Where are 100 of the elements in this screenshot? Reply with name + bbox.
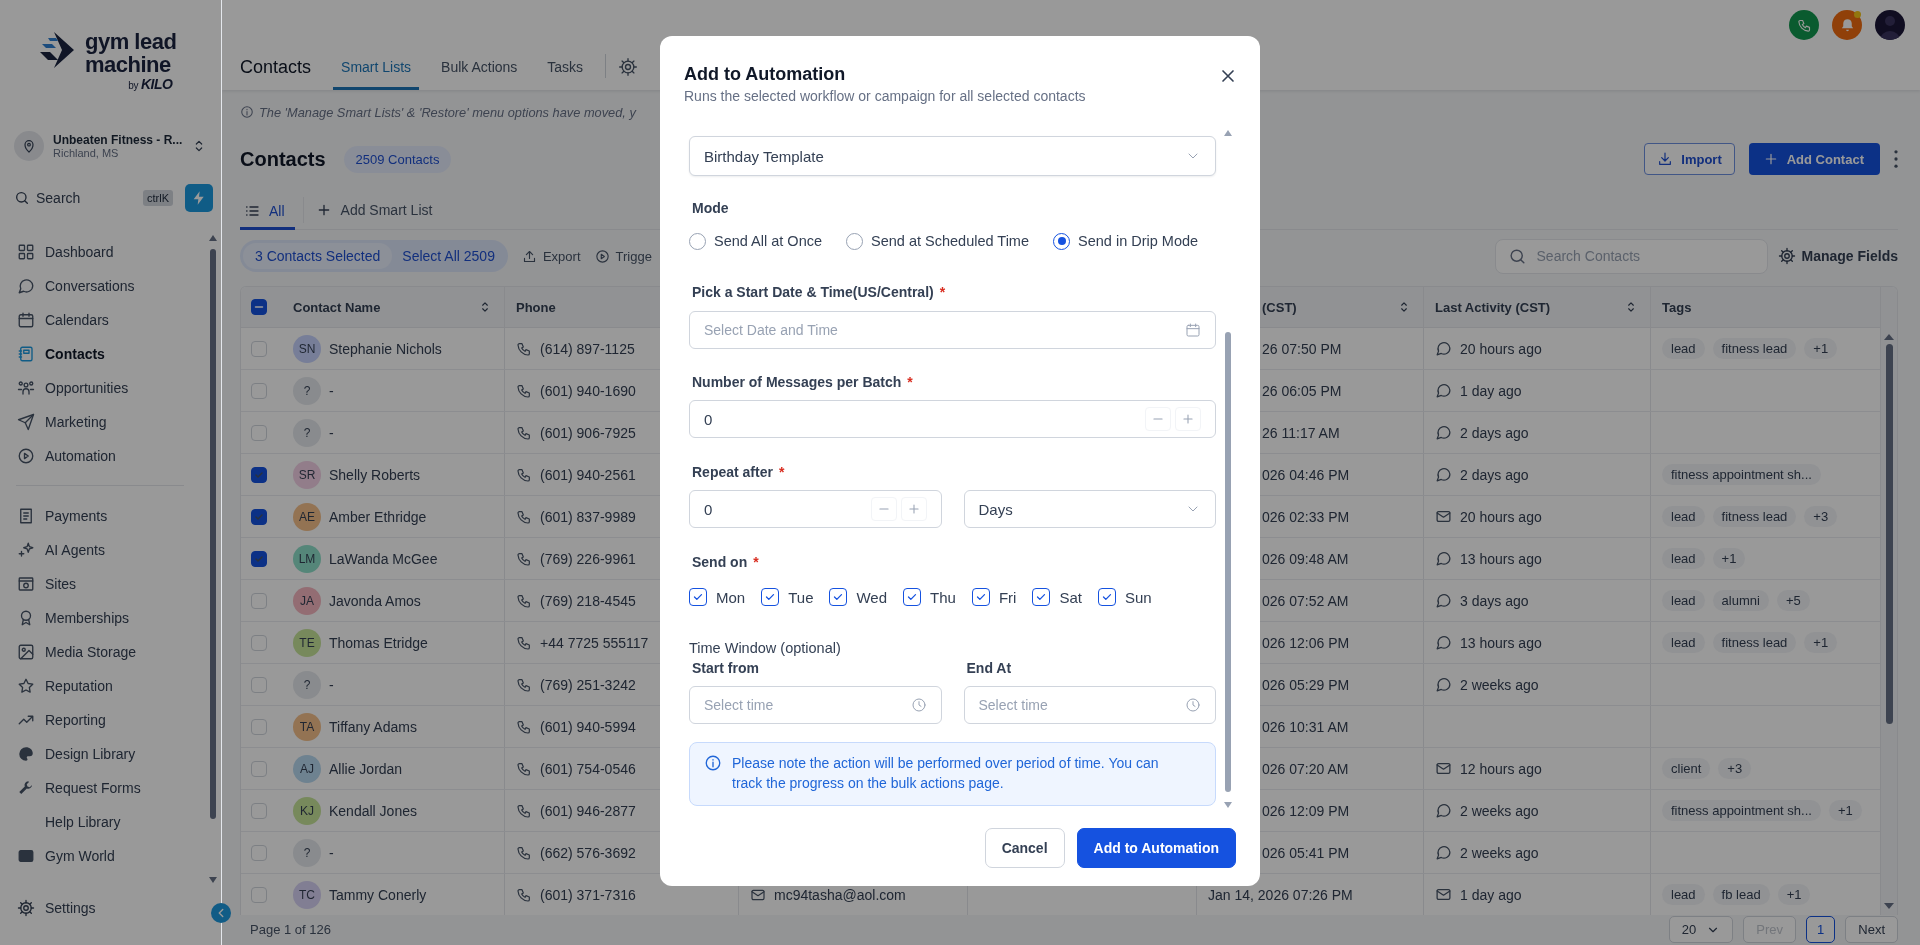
checkbox[interactable] — [971, 588, 990, 606]
nav-item[interactable]: Memberships — [0, 601, 208, 635]
contact-name[interactable]: Kendall Jones — [329, 802, 417, 819]
column-header[interactable]: Tags — [1662, 299, 1868, 315]
nav-item[interactable]: Payments — [0, 499, 208, 533]
contact-name[interactable]: Stephanie Nichols — [329, 340, 442, 357]
next-button[interactable]: Next — [1845, 916, 1898, 943]
day-option[interactable]: Sun — [1097, 588, 1152, 606]
decrement-button[interactable] — [1145, 407, 1171, 431]
column-header[interactable]: (CST) — [1262, 299, 1411, 315]
checkbox[interactable] — [829, 588, 848, 606]
increment-button[interactable] — [900, 497, 927, 521]
quick-action-button[interactable] — [185, 184, 213, 212]
info-icon — [240, 105, 254, 119]
contact-name[interactable]: - — [329, 676, 334, 693]
nav-item[interactable]: Reporting — [0, 703, 208, 737]
scrollbar[interactable] — [208, 235, 217, 883]
contact-name[interactable]: Tiffany Adams — [329, 718, 417, 735]
number-field[interactable]: 0 — [689, 490, 942, 528]
radio-option[interactable]: Send at Scheduled Time — [846, 232, 1029, 250]
contact-name[interactable]: - — [329, 844, 334, 861]
more-button[interactable] — [1894, 150, 1898, 168]
row-checkbox[interactable] — [251, 508, 267, 525]
call-button[interactable] — [1789, 10, 1819, 40]
nav-item[interactable]: Contacts — [0, 337, 208, 371]
contact-name[interactable]: Thomas Etridge — [329, 634, 428, 651]
checkbox[interactable] — [1032, 588, 1051, 606]
add-contact-button[interactable]: Add Contact — [1748, 143, 1880, 175]
notice-text: The 'Manage Smart Lists' & 'Restore' menu options have moved, y — [259, 104, 636, 120]
checkbox[interactable] — [1097, 588, 1116, 606]
tab[interactable]: Add Smart List — [302, 197, 443, 223]
nav-item[interactable]: Design Library — [0, 737, 208, 771]
radio-option[interactable]: Send All at Once — [689, 232, 822, 250]
account-switcher[interactable]: Unbeaten Fitness - R... Richland, MS — [14, 128, 207, 164]
collapse-button[interactable] — [211, 903, 231, 923]
select-all-checkbox[interactable] — [251, 299, 267, 315]
nav-item[interactable]: Request Forms — [0, 771, 208, 805]
select-all-link[interactable]: Select All 2509 — [396, 243, 505, 269]
tag: +1 — [1777, 884, 1811, 905]
export-button[interactable]: Export — [521, 248, 581, 264]
contact-name[interactable]: Shelly Roberts — [329, 466, 421, 483]
nav-item[interactable]: Gym World — [0, 839, 208, 873]
activity-text: 13 hours ago — [1460, 550, 1542, 567]
search-link[interactable]: Search — [36, 190, 137, 206]
contact-name[interactable]: Tammy Conerly — [329, 886, 427, 903]
nav-item[interactable]: Reputation — [0, 669, 208, 703]
day-option[interactable]: Mon — [689, 588, 746, 606]
search-icon — [14, 190, 30, 206]
tab[interactable]: All — [240, 194, 295, 230]
checkbox[interactable] — [689, 588, 707, 606]
number-field[interactable]: 0 — [689, 400, 1216, 438]
workflow-select[interactable]: Birthday Template — [689, 136, 1216, 176]
increment-button[interactable] — [1175, 407, 1201, 431]
day-option[interactable]: Fri — [971, 588, 1017, 606]
scrollbar[interactable] — [1880, 287, 1897, 915]
radio-option[interactable]: Send in Drip Mode — [1053, 232, 1199, 250]
contact-name[interactable]: - — [329, 424, 334, 441]
checkbox[interactable] — [761, 588, 780, 606]
chat-icon — [1435, 844, 1452, 861]
nav-item[interactable]: Sites — [0, 567, 208, 601]
nav-item[interactable]: AI Agents — [0, 533, 208, 567]
tab[interactable]: Smart Lists — [333, 44, 420, 90]
row-checkbox[interactable] — [251, 550, 267, 567]
nav-item[interactable]: Marketing — [0, 405, 208, 439]
nav-item[interactable]: Help Library — [0, 805, 208, 839]
manage-fields-button[interactable]: Manage Fields — [1777, 247, 1898, 265]
row-checkbox[interactable] — [251, 466, 267, 483]
page-button[interactable]: 1 — [1806, 916, 1836, 943]
contact-name[interactable]: Allie Jordan — [329, 760, 403, 777]
import-button[interactable]: Import — [1644, 143, 1735, 175]
contact-name[interactable]: Javonda Amos — [329, 592, 421, 609]
add-to-automation-button[interactable]: Add to Automation — [1076, 828, 1236, 868]
tab[interactable]: Bulk Actions — [433, 44, 526, 90]
day-option[interactable]: Wed — [829, 588, 888, 606]
nav-item[interactable]: Conversations — [0, 269, 208, 303]
page-size-select[interactable]: 20 — [1668, 916, 1734, 943]
trigger-button[interactable]: Trigge — [594, 248, 652, 264]
contact-name[interactable]: LaWanda McGee — [329, 550, 438, 567]
nav-item[interactable]: Media Storage — [0, 635, 208, 669]
notifications-button[interactable] — [1832, 10, 1862, 40]
unit-select[interactable]: Days — [963, 490, 1216, 528]
day-option[interactable]: Sat — [1032, 588, 1082, 606]
nav-item[interactable]: Opportunities — [0, 371, 208, 405]
column-header[interactable]: Last Activity (CST) — [1435, 299, 1638, 315]
phone-number: (769) 218-4545 — [540, 592, 636, 609]
contact-name[interactable]: Amber Ethridge — [329, 508, 427, 525]
contact-name[interactable]: - — [329, 382, 334, 399]
decrement-button[interactable] — [870, 497, 897, 521]
day-option[interactable]: Thu — [903, 588, 956, 606]
checkbox[interactable] — [903, 588, 922, 606]
day-option[interactable]: Tue — [761, 588, 814, 606]
tab[interactable]: Tasks — [539, 44, 592, 90]
column-header[interactable]: Contact Name — [293, 299, 492, 315]
nav-item[interactable]: Calendars — [0, 303, 208, 337]
nav-item[interactable]: Automation — [0, 439, 208, 473]
cancel-button[interactable]: Cancel — [984, 828, 1065, 868]
user-avatar[interactable] — [1875, 10, 1905, 40]
phone-icon — [516, 382, 532, 399]
field-label: Send on — [692, 553, 748, 572]
nav-item[interactable]: Dashboard — [0, 235, 208, 269]
